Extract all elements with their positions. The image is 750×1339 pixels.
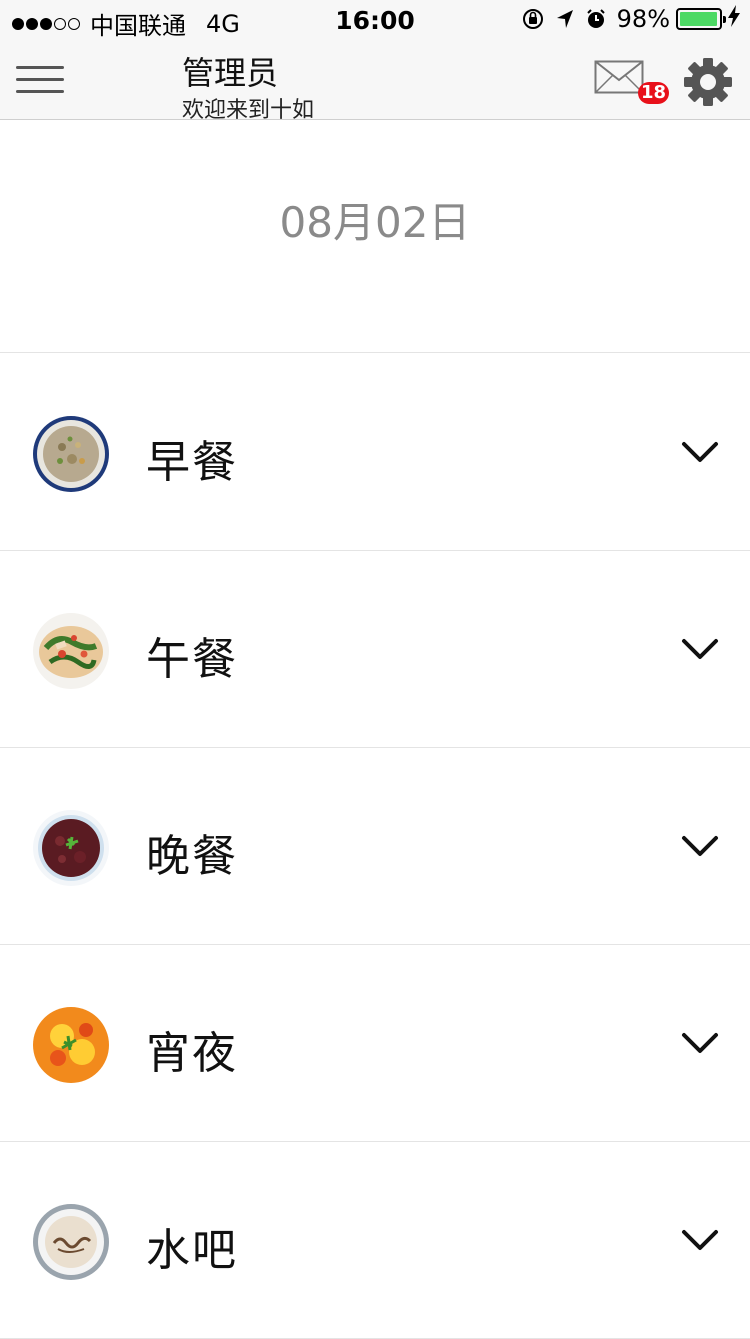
chevron-down-icon[interactable] <box>680 1031 720 1057</box>
meal-label: 晚餐 <box>146 831 238 882</box>
charging-bolt-icon <box>728 5 740 33</box>
meal-label: 宵夜 <box>146 1028 238 1079</box>
orientation-lock-icon <box>521 7 545 31</box>
hamburger-menu-icon <box>16 90 64 93</box>
unread-badge: 18 <box>638 82 670 104</box>
meal-label: 水吧 <box>146 1225 238 1276</box>
settings-button[interactable] <box>682 56 734 108</box>
hamburger-menu-icon <box>16 78 64 81</box>
status-right: 98% <box>511 5 740 33</box>
location-arrow-icon <box>555 8 575 30</box>
hamburger-menu-icon <box>16 66 64 69</box>
nav-bar: 管理员 欢迎来到十如 18 <box>0 40 750 123</box>
meal-list: 早餐 午餐 晚餐 宵夜 水吧 <box>0 354 750 1339</box>
status-bar: 中国联通 4G 16:00 98% <box>0 0 750 40</box>
page-title: 管理员 <box>182 54 279 92</box>
meal-label: 午餐 <box>146 634 238 685</box>
chevron-down-icon[interactable] <box>680 440 720 466</box>
messages-button[interactable]: 18 <box>592 58 670 106</box>
alarm-icon <box>585 8 607 30</box>
mail-envelope-icon <box>594 60 644 94</box>
gear-icon <box>684 58 732 106</box>
chevron-down-icon[interactable] <box>680 1228 720 1254</box>
tomato-egg-dish-thumbnail <box>32 1006 110 1084</box>
battery-fill <box>680 12 718 26</box>
battery-percent: 98% <box>616 5 670 33</box>
chevron-down-icon[interactable] <box>680 637 720 663</box>
coffee-cup-thumbnail <box>32 1203 110 1281</box>
meal-item-dinner[interactable]: 晚餐 <box>0 748 750 945</box>
battery-icon <box>676 8 726 30</box>
porridge-bowl-thumbnail <box>32 415 110 493</box>
stir-fry-plate-thumbnail <box>32 612 110 690</box>
current-date: 08月02日 <box>279 198 471 247</box>
braised-meat-bowl-thumbnail <box>32 809 110 887</box>
menu-button[interactable] <box>16 64 66 96</box>
meal-label: 早餐 <box>146 437 238 488</box>
meal-item-lunch[interactable]: 午餐 <box>0 551 750 748</box>
date-section: 08月02日 <box>0 121 750 353</box>
welcome-subtitle: 欢迎来到十如 <box>182 98 315 123</box>
meal-item-late-night[interactable]: 宵夜 <box>0 945 750 1142</box>
meal-item-water-bar[interactable]: 水吧 <box>0 1142 750 1339</box>
chevron-down-icon[interactable] <box>680 834 720 860</box>
meal-item-breakfast[interactable]: 早餐 <box>0 354 750 551</box>
